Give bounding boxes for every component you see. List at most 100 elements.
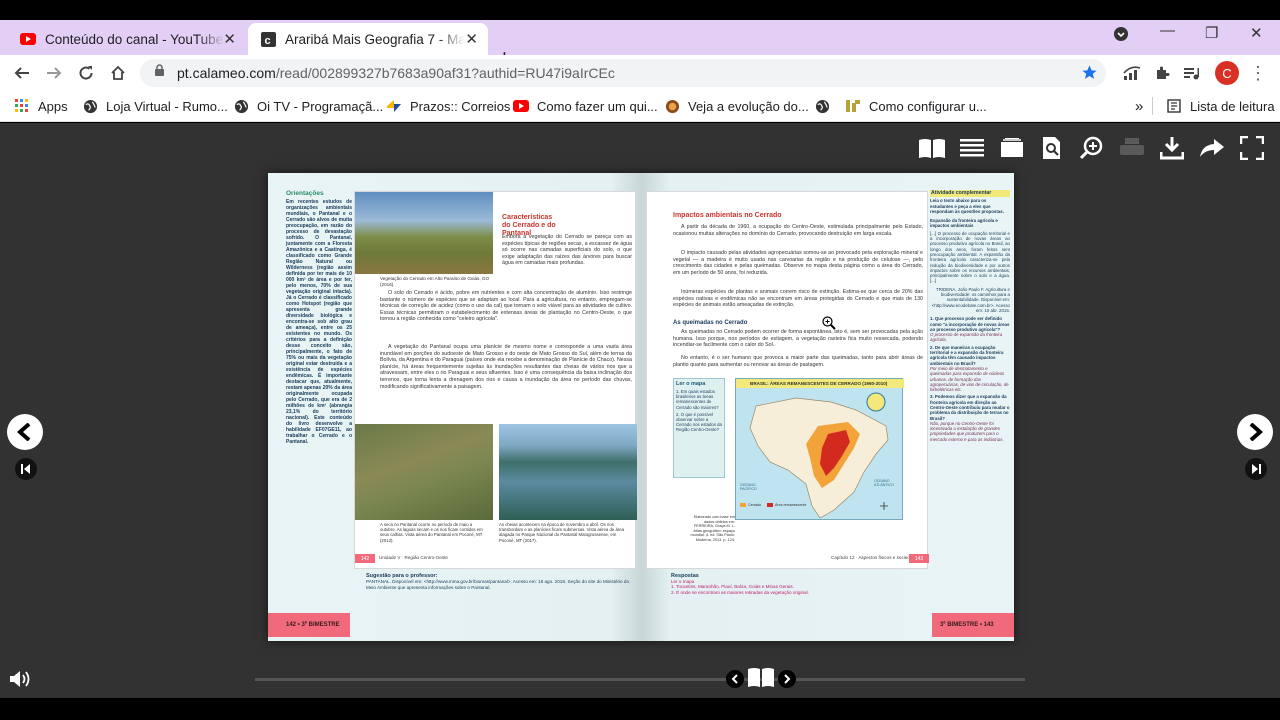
map-source: Elaborado com base em dados obtidos em: … xyxy=(690,515,735,542)
orientation-sidebar: Orientações Em recentes estudos de organ… xyxy=(286,190,352,445)
page-number: 143 xyxy=(909,554,929,563)
activity-sidebar: Atividade complementar Leia o texto abai… xyxy=(930,190,1010,442)
tab-calameo[interactable]: c Araribá Mais Geografia 7 - Manu ✕ xyxy=(248,23,488,55)
paragraph: No entanto, é o ser humano que provoca a… xyxy=(673,355,923,368)
activity-question: 2. De que maneiras a ocupação territoria… xyxy=(930,344,1004,366)
book-view-icon[interactable] xyxy=(917,133,947,163)
activity-question: 3. Podemos dizer que a expansão da front… xyxy=(930,394,1010,421)
orientation-title: Orientações xyxy=(286,190,324,197)
globe-icon xyxy=(814,98,830,114)
fullscreen-icon[interactable] xyxy=(1237,133,1267,163)
subheading: As queimadas no Cerrado xyxy=(673,320,748,326)
paragraph: Inúmeras espécies de plantas e animais c… xyxy=(673,289,923,309)
restore-icon[interactable]: ❐ xyxy=(1205,24,1218,42)
bookmark-youtube[interactable]: Como fazer um qui... xyxy=(513,96,658,116)
slider-next-icon[interactable] xyxy=(778,670,796,688)
page-slider-track[interactable] xyxy=(255,678,1025,681)
sound-icon[interactable] xyxy=(8,668,32,695)
globe-icon xyxy=(233,98,249,114)
bookmarks-divider xyxy=(1152,97,1153,115)
reading-list-label: Lista de leitura xyxy=(1190,98,1275,114)
photo-caption: As cheias acontecem na época de novembro… xyxy=(499,522,625,543)
correios-icon xyxy=(386,98,402,114)
legend-label: Cerrado xyxy=(748,503,761,507)
answer: 2. É onde se encontram as maiores retira… xyxy=(671,589,809,595)
pages-view-icon[interactable] xyxy=(997,133,1027,163)
url-text[interactable]: pt.calameo.com/read/002899327b7683a90af3… xyxy=(177,65,615,81)
bookmark-correios[interactable]: Prazos:: Correios xyxy=(386,96,510,116)
profile-avatar[interactable]: C xyxy=(1215,61,1239,85)
bookmark-label: Loja Virtual - Rumo... xyxy=(106,98,228,114)
close-tab-icon[interactable]: ✕ xyxy=(465,30,478,48)
svg-text:c: c xyxy=(264,35,270,47)
activity-answer: Por meio de desmatamento e queimadas par… xyxy=(930,365,1009,393)
last-page-button[interactable] xyxy=(1245,458,1267,480)
page-footer: 3º BIMESTRE • 143 xyxy=(932,613,1014,637)
extensions-icon[interactable] xyxy=(1150,61,1174,85)
book-thumbnail-icon[interactable] xyxy=(747,666,775,693)
activity-text: Leia o texto abaixo para os estudantes e… xyxy=(930,198,1004,214)
map-question: 2. O que é possível observar sobre a Cer… xyxy=(676,411,722,433)
bookmark-oi-tv[interactable]: Oi TV - Programaçã... xyxy=(233,96,383,116)
globe-icon xyxy=(82,98,98,114)
menu-kebab-icon[interactable]: ⋮ xyxy=(1246,61,1270,85)
bookmark-loja-virtual[interactable]: Loja Virtual - Rumo... xyxy=(82,96,228,116)
activity-quote: [...] O processo de ocupação territorial… xyxy=(930,230,1010,284)
map-legend: Cerrado Área remanescente xyxy=(740,503,806,507)
bookmark-star-icon[interactable] xyxy=(1081,64,1098,86)
url-domain: pt.calameo.com xyxy=(177,65,276,81)
signal-icon[interactable] xyxy=(1120,61,1144,85)
reload-icon[interactable] xyxy=(74,61,98,85)
media-control-icon[interactable] xyxy=(1180,61,1204,85)
bookmark-globe[interactable] xyxy=(814,96,838,116)
bookmark-como-configurar[interactable]: Como configurar u... xyxy=(845,96,987,116)
url-path: /read/002899327b7683a90af31?authid=RU47i… xyxy=(275,65,615,81)
ocean-label: OCEANO PACÍFICO xyxy=(740,483,757,491)
minimize-icon[interactable]: — xyxy=(1160,22,1175,39)
legend-swatch xyxy=(740,503,746,507)
bookmark-label: Oi TV - Programaçã... xyxy=(257,98,384,114)
lock-icon[interactable] xyxy=(154,64,165,82)
paragraph: A partir da década de 1960, a ocupação d… xyxy=(673,224,923,237)
reading-list-button[interactable]: Lista de leitura xyxy=(1166,96,1275,116)
share-icon[interactable] xyxy=(1197,133,1227,163)
activity-question: 1. Que processo pode ser definido como "… xyxy=(930,316,1010,332)
download-icon[interactable] xyxy=(1157,133,1187,163)
zoom-cursor-icon xyxy=(822,316,836,335)
calameo-icon: c xyxy=(260,31,276,47)
close-window-icon[interactable]: ✕ xyxy=(1250,24,1263,42)
tab-search-icon[interactable] xyxy=(1113,26,1129,46)
first-page-button[interactable] xyxy=(15,458,37,480)
book-spread[interactable]: Orientações Em recentes estudos de organ… xyxy=(268,173,1014,641)
more-bookmarks-chevron[interactable]: » xyxy=(1135,96,1143,116)
next-page-button[interactable] xyxy=(1237,414,1273,450)
left-page: Orientações Em recentes estudos de organ… xyxy=(268,173,641,641)
back-icon[interactable] xyxy=(10,61,34,85)
slider-prev-icon[interactable] xyxy=(726,670,744,688)
search-document-icon[interactable] xyxy=(1037,133,1067,163)
previous-page-button[interactable] xyxy=(7,414,43,450)
bookmark-apps[interactable]: Apps xyxy=(14,96,68,116)
screen-bottom-border xyxy=(0,698,1280,720)
bookmark-label: Como configurar u... xyxy=(869,98,987,114)
forward-icon[interactable] xyxy=(42,61,66,85)
paragraph: O impacto causado pelas atividades agrop… xyxy=(673,250,923,276)
zoom-in-icon[interactable] xyxy=(1077,133,1107,163)
thumbnail-navigator[interactable] xyxy=(726,666,796,692)
teacher-suggestion: Sugestão para o professor: PANTANAL. Dis… xyxy=(366,573,636,590)
list-view-icon[interactable] xyxy=(957,133,987,163)
screen-top-border xyxy=(0,0,1280,20)
legend-swatch xyxy=(766,503,773,507)
paragraph: A vegetação do Pantanal ocupa uma planíc… xyxy=(380,344,632,390)
activity-reference: TRIDENA, João Paulo F. Agricultura e bio… xyxy=(931,286,1010,313)
address-bar[interactable]: pt.calameo.com/read/002899327b7683a90af3… xyxy=(140,59,1106,87)
bookmark-veja-evolucao[interactable]: Veja a evolução do... xyxy=(664,96,809,116)
bookmark-label: Como fazer um qui... xyxy=(537,98,658,114)
paragraph: O solo do Cerrado é ácido, pobre em nutr… xyxy=(380,290,632,323)
ocean-label: OCEANO ATLÂNTICO xyxy=(874,479,894,487)
home-icon[interactable] xyxy=(106,61,130,85)
tab-youtube-studio[interactable]: Conteúdo do canal - YouTube Stu ✕ xyxy=(8,23,246,55)
cerrado-photo xyxy=(355,192,493,274)
right-page: Impactos ambientais no Cerrado A partir … xyxy=(641,173,1014,641)
close-tab-icon[interactable]: ✕ xyxy=(223,30,236,48)
